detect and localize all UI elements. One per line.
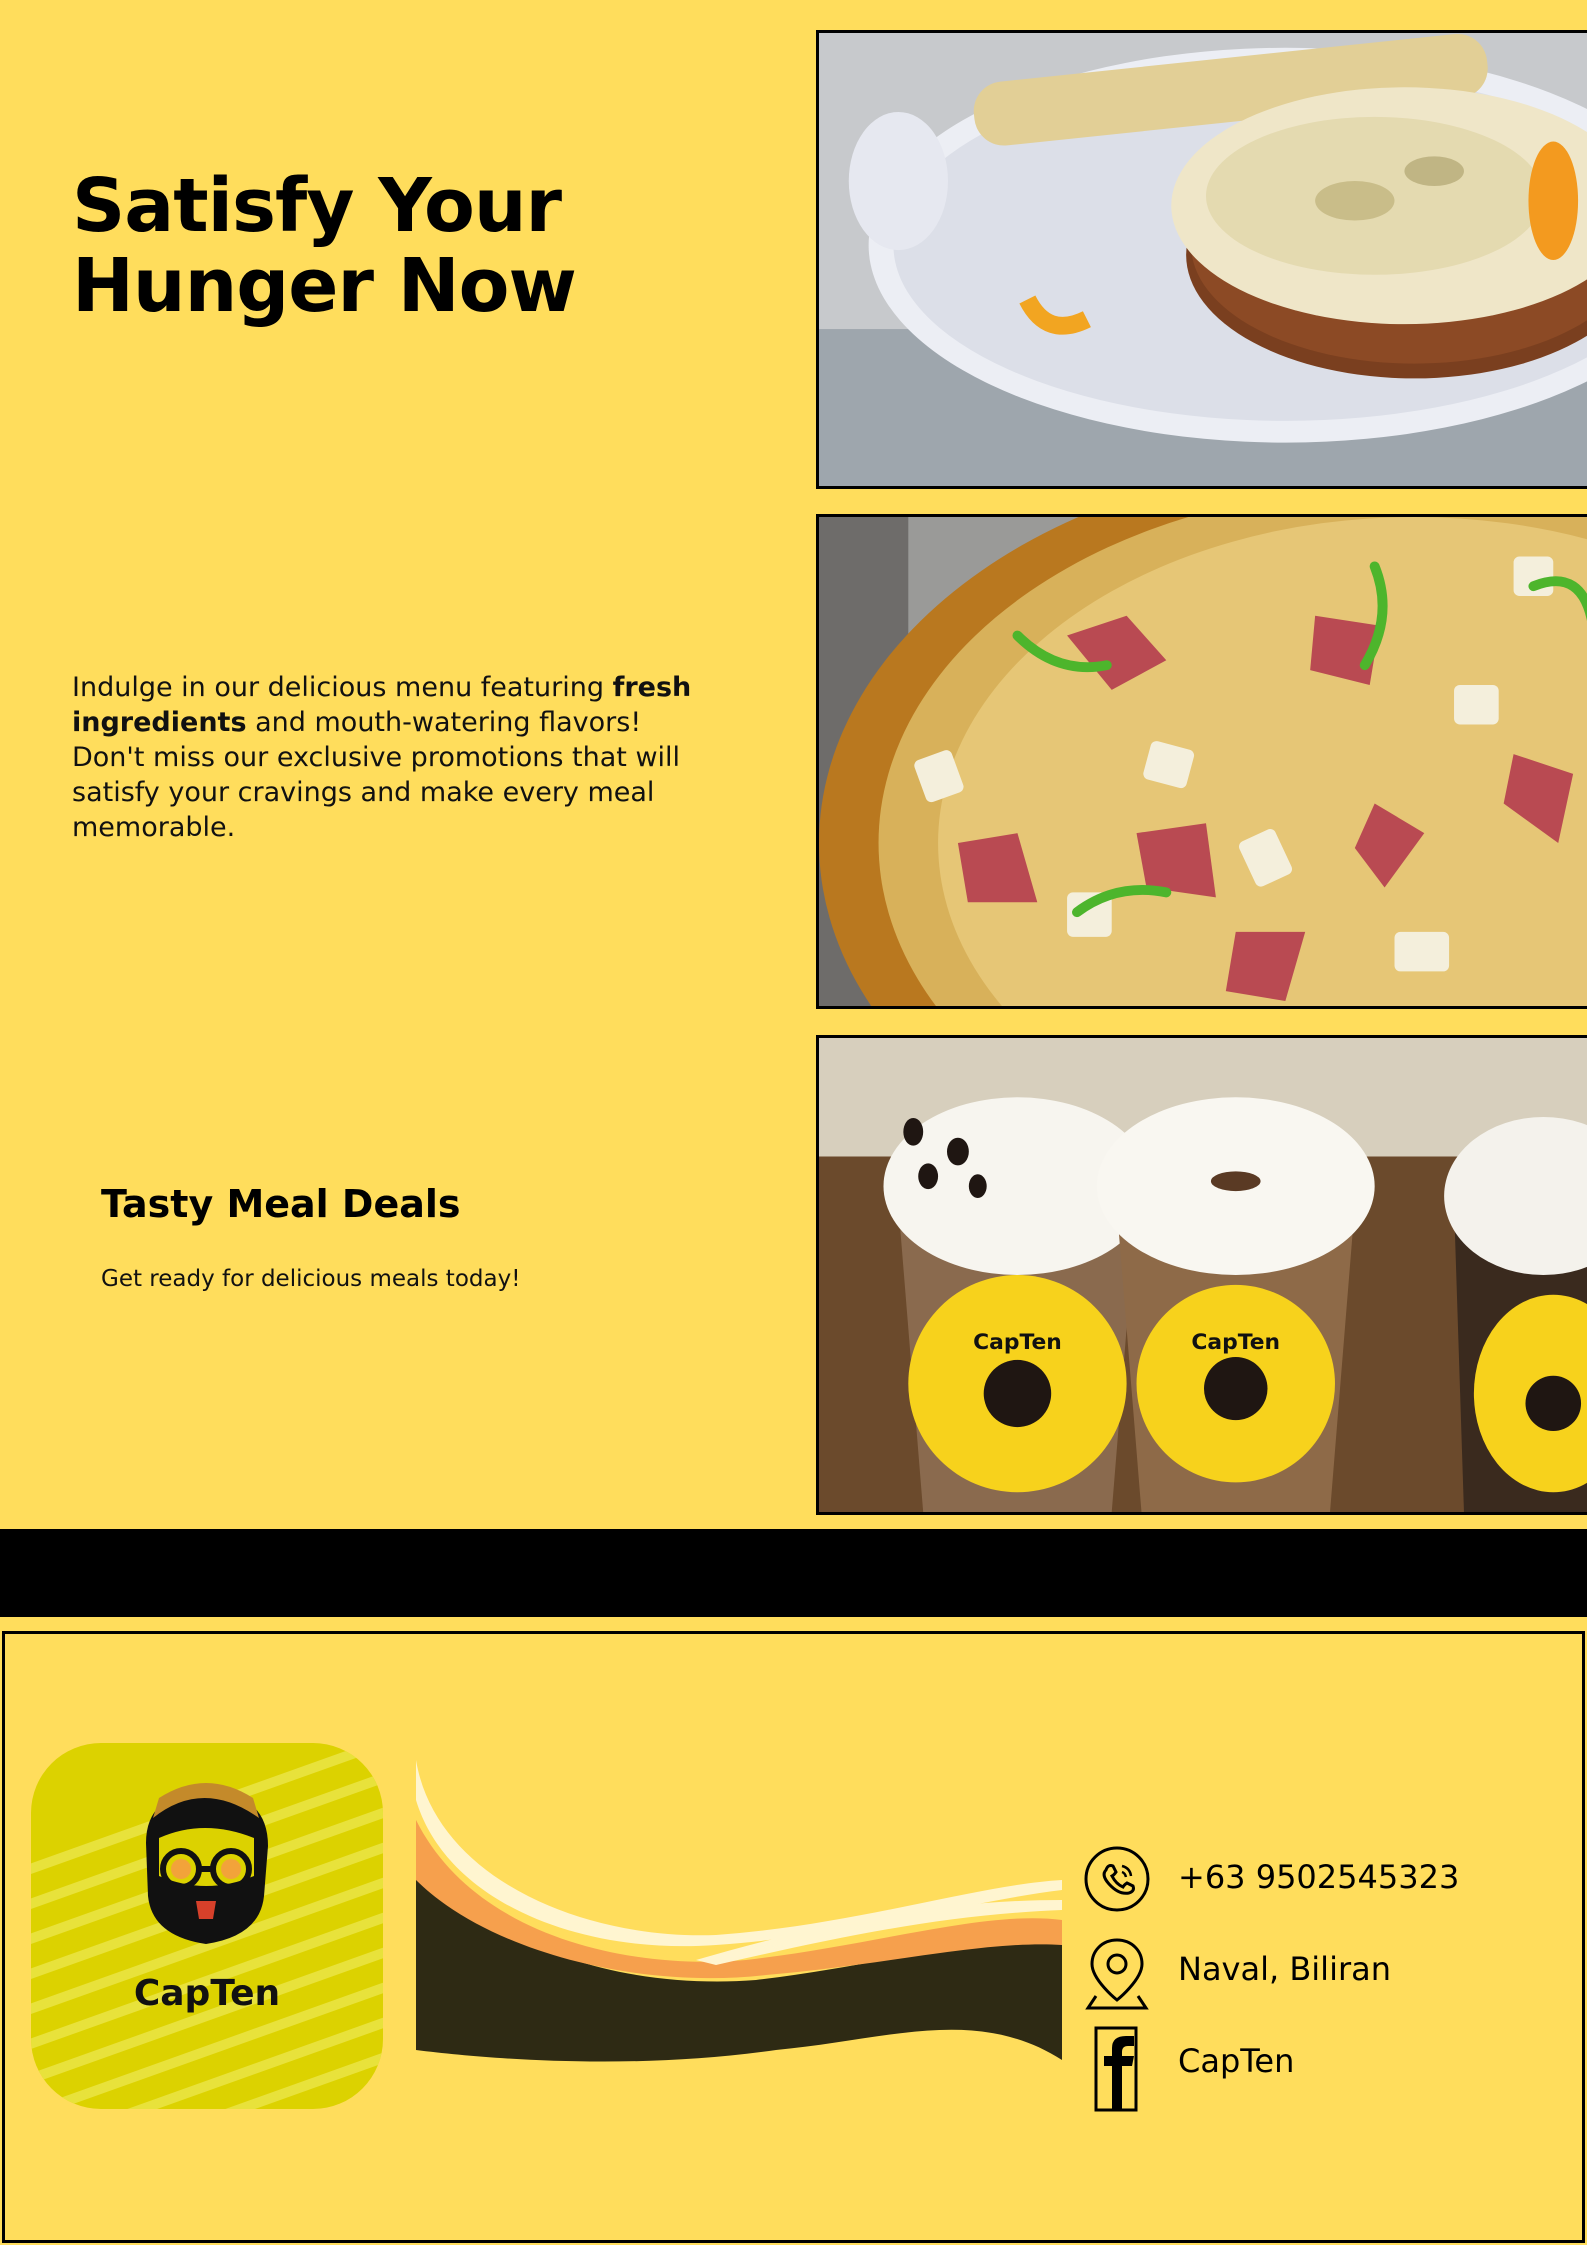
- divider-band: [0, 1529, 1587, 1617]
- milkshakes-photo: CapTen CapTen: [816, 1035, 1587, 1515]
- cup-label-1: CapTen: [973, 1330, 1062, 1355]
- hero-title-line-2: Hunger Now: [72, 243, 577, 329]
- capten-logo: CapTen: [31, 1743, 383, 2109]
- intro-paragraph: Indulge in our delicious menu featuring …: [72, 670, 712, 845]
- logo-brand-name: CapTen: [133, 1973, 281, 2014]
- contact-phone[interactable]: +63 9502545323: [1082, 1842, 1562, 1916]
- contact-facebook[interactable]: CapTen: [1082, 2026, 1562, 2112]
- hero-title: Satisfy Your Hunger Now: [72, 166, 692, 326]
- intro-text-start: Indulge in our delicious menu featuring: [72, 672, 613, 703]
- lasagna-photo: [816, 30, 1587, 489]
- deals-subtitle: Get ready for delicious meals today!: [101, 1266, 521, 1292]
- pizza-photo: [816, 514, 1587, 1009]
- contact-phone-text: +63 9502545323: [1178, 1858, 1460, 1896]
- contact-location-text: Naval, Biliran: [1178, 1950, 1391, 1988]
- decorative-wave: [416, 1760, 1062, 2078]
- contact-facebook-text: CapTen: [1178, 2042, 1295, 2080]
- cup-label-2: CapTen: [1191, 1330, 1280, 1355]
- deals-title: Tasty Meal Deals: [101, 1182, 461, 1226]
- hero-title-line-1: Satisfy Your: [72, 163, 562, 249]
- location-pin-icon: [1082, 1934, 1152, 2010]
- contact-location[interactable]: Naval, Biliran: [1082, 1934, 1562, 2010]
- facebook-icon: [1082, 2026, 1152, 2112]
- phone-icon: [1082, 1842, 1152, 1916]
